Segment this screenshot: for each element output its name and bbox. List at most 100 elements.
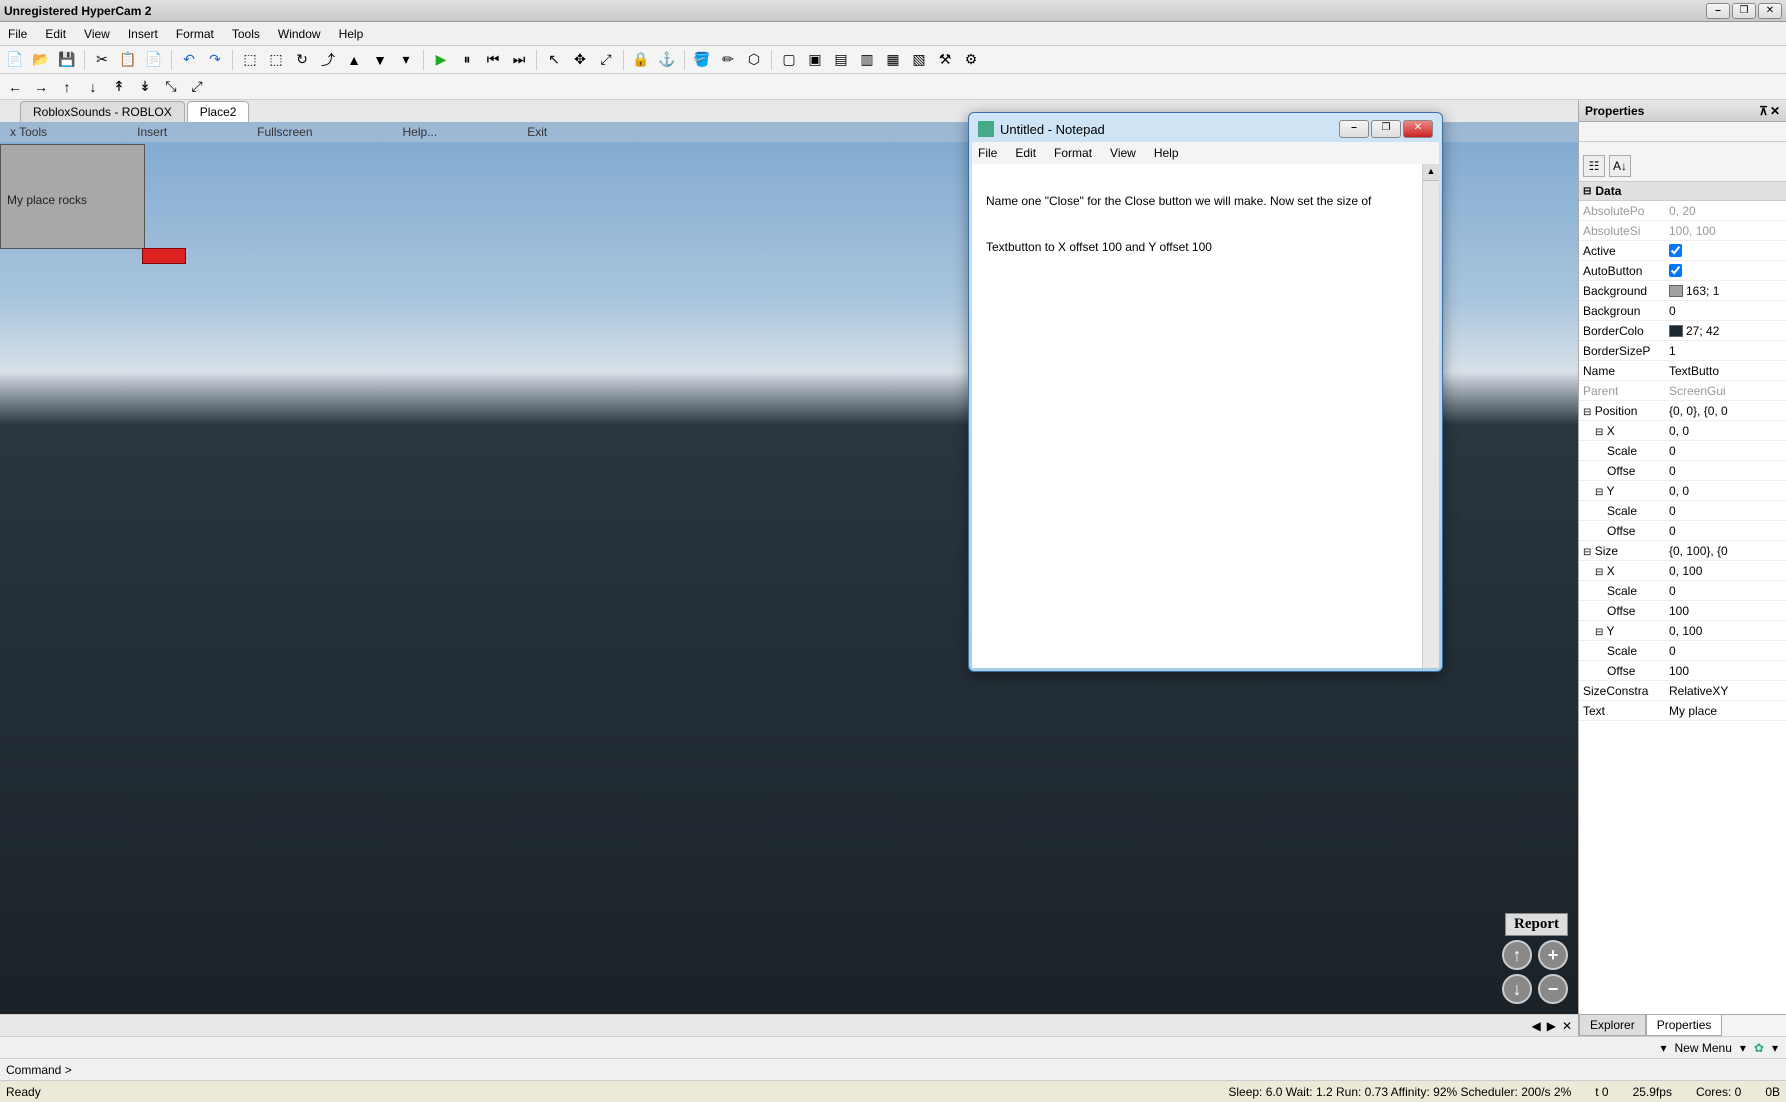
category-data[interactable]: ⊟Data [1579, 182, 1786, 201]
select-icon[interactable]: ↖ [543, 49, 565, 71]
notepad-titlebar[interactable]: Untitled - Notepad ⎯ ❐ ✕ [972, 116, 1439, 142]
surface-icon[interactable]: ⬡ [743, 49, 765, 71]
gui-textbutton[interactable]: My place rocks [0, 144, 145, 249]
properties-grid[interactable]: ⊟Data AbsolutePo0, 20 AbsoluteSi100, 100… [1579, 182, 1786, 1014]
categorized-icon[interactable]: ☷ [1583, 155, 1605, 177]
tab-explorer[interactable]: Explorer [1579, 1015, 1646, 1036]
arrow-left-icon[interactable]: ← [4, 76, 26, 98]
menu-edit[interactable]: Edit [45, 27, 66, 41]
save-icon[interactable]: 💾 [56, 49, 78, 71]
prop-position-x[interactable]: ⊟ X [1579, 424, 1665, 438]
menu-help[interactable]: Help [339, 27, 364, 41]
camera-down-icon[interactable]: ↓ [1502, 974, 1532, 1004]
arrow-right-icon[interactable]: → [30, 76, 52, 98]
arrow-up-icon[interactable]: ↑ [56, 76, 78, 98]
prop-size-y[interactable]: ⊟ Y [1579, 624, 1665, 638]
paint-icon[interactable]: 🪣 [691, 49, 713, 71]
notepad-menu-file[interactable]: File [978, 146, 997, 160]
step-fwd-icon[interactable]: ⏭ [508, 49, 530, 71]
undo-icon[interactable]: ↶ [178, 49, 200, 71]
notepad-close-button[interactable]: ✕ [1403, 120, 1433, 138]
gear-icon[interactable]: ✿ [1754, 1041, 1764, 1055]
box5-icon[interactable]: ▦ [882, 49, 904, 71]
tilt-icon[interactable]: ⤴ [317, 49, 339, 71]
tab-place2[interactable]: Place2 [187, 101, 250, 122]
collapse-icon[interactable]: ⤢ [186, 76, 208, 98]
menu-file[interactable]: File [8, 27, 27, 41]
dropdown3-icon[interactable]: ▾ [1772, 1041, 1778, 1055]
new-icon[interactable]: 📄 [4, 49, 26, 71]
notepad-minimize-button[interactable]: ⎯ [1339, 120, 1369, 138]
menu-window[interactable]: Window [278, 27, 321, 41]
pause-icon[interactable]: ⏸ [456, 49, 478, 71]
notepad-menu-format[interactable]: Format [1054, 146, 1092, 160]
tab-properties[interactable]: Properties [1646, 1015, 1723, 1036]
minimize-button[interactable]: ⎯ [1706, 3, 1730, 19]
notepad-textarea[interactable]: Name one "Close" for the Close button we… [972, 164, 1439, 668]
gui-close-button[interactable] [142, 248, 186, 264]
notepad-menu-view[interactable]: View [1110, 146, 1136, 160]
copy-icon[interactable]: 📋 [117, 49, 139, 71]
nav-prev[interactable]: ◀ [1531, 1019, 1540, 1033]
menu-insert[interactable]: Insert [128, 27, 158, 41]
nav-next[interactable]: ▶ [1547, 1019, 1556, 1033]
expand-icon[interactable]: ⤡ [160, 76, 182, 98]
box2-icon[interactable]: ▣ [804, 49, 826, 71]
close-button[interactable]: ✕ [1758, 3, 1782, 19]
zoom-in-icon[interactable]: + [1538, 940, 1568, 970]
move-icon[interactable]: ✥ [569, 49, 591, 71]
menu-view[interactable]: View [84, 27, 110, 41]
material-icon[interactable]: ✏ [717, 49, 739, 71]
scroll-up-icon[interactable]: ▲ [1423, 164, 1439, 181]
up-arrow-icon[interactable]: ▲ [343, 49, 365, 71]
arrow-upleft-icon[interactable]: ↟ [108, 76, 130, 98]
prop-size-x[interactable]: ⊟ X [1579, 564, 1665, 578]
group-icon[interactable]: ⬚ [239, 49, 261, 71]
box1-icon[interactable]: ▢ [778, 49, 800, 71]
notepad-window[interactable]: Untitled - Notepad ⎯ ❐ ✕ File Edit Forma… [968, 112, 1443, 672]
notepad-menu-edit[interactable]: Edit [1015, 146, 1036, 160]
new-menu-button[interactable]: New Menu [1675, 1041, 1732, 1055]
rotate-icon[interactable]: ↻ [291, 49, 313, 71]
step-back-icon[interactable]: ⏮ [482, 49, 504, 71]
prop-position-y[interactable]: ⊟ Y [1579, 484, 1665, 498]
box6-icon[interactable]: ▧ [908, 49, 930, 71]
vp-exit[interactable]: Exit [527, 125, 547, 139]
prop-size[interactable]: ⊟ Size [1579, 544, 1665, 558]
menu-tools[interactable]: Tools [232, 27, 260, 41]
arrow-down-icon[interactable]: ↓ [82, 76, 104, 98]
open-icon[interactable]: 📂 [30, 49, 52, 71]
report-button[interactable]: Report [1505, 913, 1568, 936]
arrow-downright-icon[interactable]: ↡ [134, 76, 156, 98]
dropdown2-icon[interactable]: ▾ [1740, 1041, 1746, 1055]
box3-icon[interactable]: ▤ [830, 49, 852, 71]
prop-position[interactable]: ⊟ Position [1579, 404, 1665, 418]
notepad-maximize-button[interactable]: ❐ [1371, 120, 1401, 138]
paste-icon[interactable]: 📄 [143, 49, 165, 71]
panel-close-icon[interactable]: ✕ [1770, 104, 1780, 118]
cut-icon[interactable]: ✂ [91, 49, 113, 71]
dropdown-icon[interactable]: ▾ [1660, 1041, 1666, 1055]
tool2-icon[interactable]: ⚙ [960, 49, 982, 71]
vp-tools[interactable]: x Tools [10, 125, 47, 139]
notepad-scrollbar[interactable]: ▲ [1422, 164, 1439, 668]
anchor-icon[interactable]: ⚓ [656, 49, 678, 71]
tool1-icon[interactable]: ⚒ [934, 49, 956, 71]
resize-icon[interactable]: ⤢ [595, 49, 617, 71]
alphabetical-icon[interactable]: A↓ [1609, 155, 1631, 177]
vp-insert[interactable]: Insert [137, 125, 167, 139]
down-arrow-icon[interactable]: ▼ [369, 49, 391, 71]
box4-icon[interactable]: ▥ [856, 49, 878, 71]
redo-icon[interactable]: ↷ [204, 49, 226, 71]
command-bar[interactable]: Command > [0, 1058, 1786, 1080]
notepad-menu-help[interactable]: Help [1154, 146, 1179, 160]
camera-up-icon[interactable]: ↑ [1502, 940, 1532, 970]
nav-close[interactable]: ✕ [1562, 1019, 1572, 1033]
tab-robloxsounds[interactable]: RobloxSounds - ROBLOX [20, 101, 185, 122]
vp-fullscreen[interactable]: Fullscreen [257, 125, 312, 139]
zoom-out-icon[interactable]: − [1538, 974, 1568, 1004]
lock-icon[interactable]: 🔒 [630, 49, 652, 71]
vp-help[interactable]: Help... [403, 125, 438, 139]
ungroup-icon[interactable]: ⬚ [265, 49, 287, 71]
menu-format[interactable]: Format [176, 27, 214, 41]
